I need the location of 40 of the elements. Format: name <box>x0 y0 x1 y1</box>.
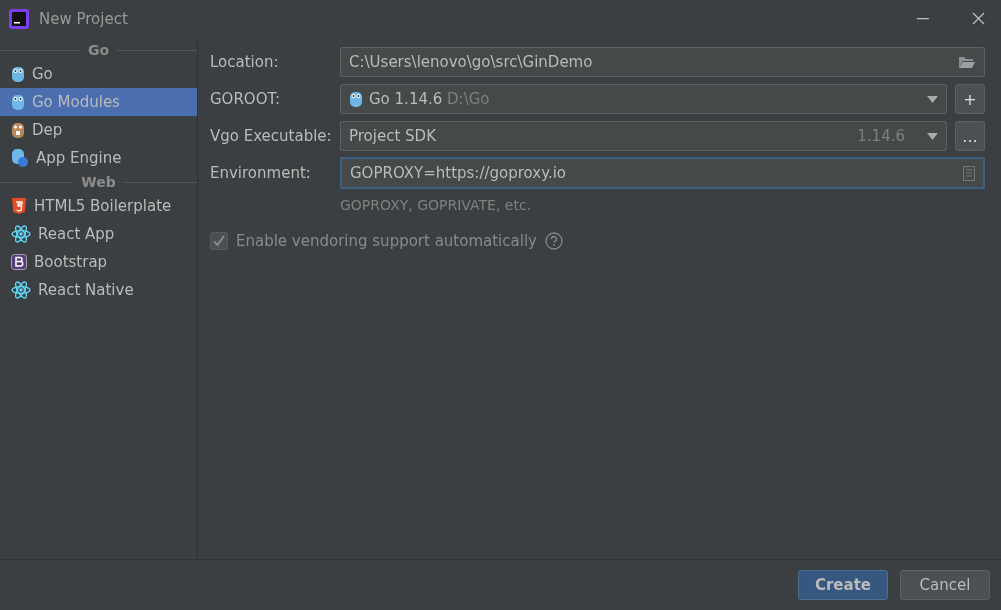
project-type-item[interactable]: Bootstrap <box>0 248 197 276</box>
project-type-item[interactable]: Go <box>0 60 197 88</box>
folder-icon[interactable] <box>958 55 976 69</box>
atom-icon <box>11 225 31 243</box>
gopher-icon <box>349 90 363 108</box>
caret-icon <box>927 132 938 140</box>
project-type-item[interactable]: HTML5 Boilerplate <box>0 192 197 220</box>
minimize-icon[interactable] <box>917 17 929 20</box>
atom-icon <box>11 281 31 299</box>
caret-icon <box>927 95 938 103</box>
create-button[interactable]: Create <box>798 570 888 600</box>
field-label: Environment: <box>210 164 312 182</box>
field-label: Vgo Executable: <box>210 127 333 145</box>
gopher-icon <box>11 65 25 83</box>
vgo-dropdown[interactable]: Project SDK 1.14.6 <box>340 121 947 151</box>
help-icon[interactable] <box>544 232 563 250</box>
project-type-item[interactable]: React Native <box>0 276 197 304</box>
field-label: GOROOT: <box>210 90 282 108</box>
cancel-button[interactable]: Cancel <box>900 570 990 600</box>
checkbox-label: Enable vendoring support automatically <box>236 232 537 250</box>
project-type-item[interactable]: React App <box>0 220 197 248</box>
document-icon[interactable] <box>963 165 975 181</box>
beaver-icon <box>11 121 25 139</box>
group-header: Go <box>87 42 110 58</box>
field-hint: GOPROXY, GOPRIVATE, etc. <box>340 196 533 215</box>
window-title: New Project <box>39 9 129 28</box>
gopher-icon <box>11 93 25 111</box>
goroot-dropdown[interactable]: Go 1.14.6 D:\Go <box>340 84 947 114</box>
group-header: Web <box>81 174 116 190</box>
app-logo-icon <box>8 7 30 30</box>
location-field[interactable]: C:\Users\lenovo\go\src\GinDemo <box>340 47 985 77</box>
environment-field[interactable]: GOPROXY=https://goproxy.io <box>340 157 985 189</box>
bootstrap-icon <box>11 254 27 270</box>
browse-button[interactable]: ... <box>955 121 985 151</box>
html5-icon <box>11 197 27 215</box>
project-type-item[interactable]: App Engine <box>0 144 197 172</box>
close-icon[interactable] <box>971 12 985 25</box>
field-label: Location: <box>210 53 280 71</box>
project-type-item[interactable]: Dep <box>0 116 197 144</box>
add-button[interactable]: + <box>955 84 985 114</box>
